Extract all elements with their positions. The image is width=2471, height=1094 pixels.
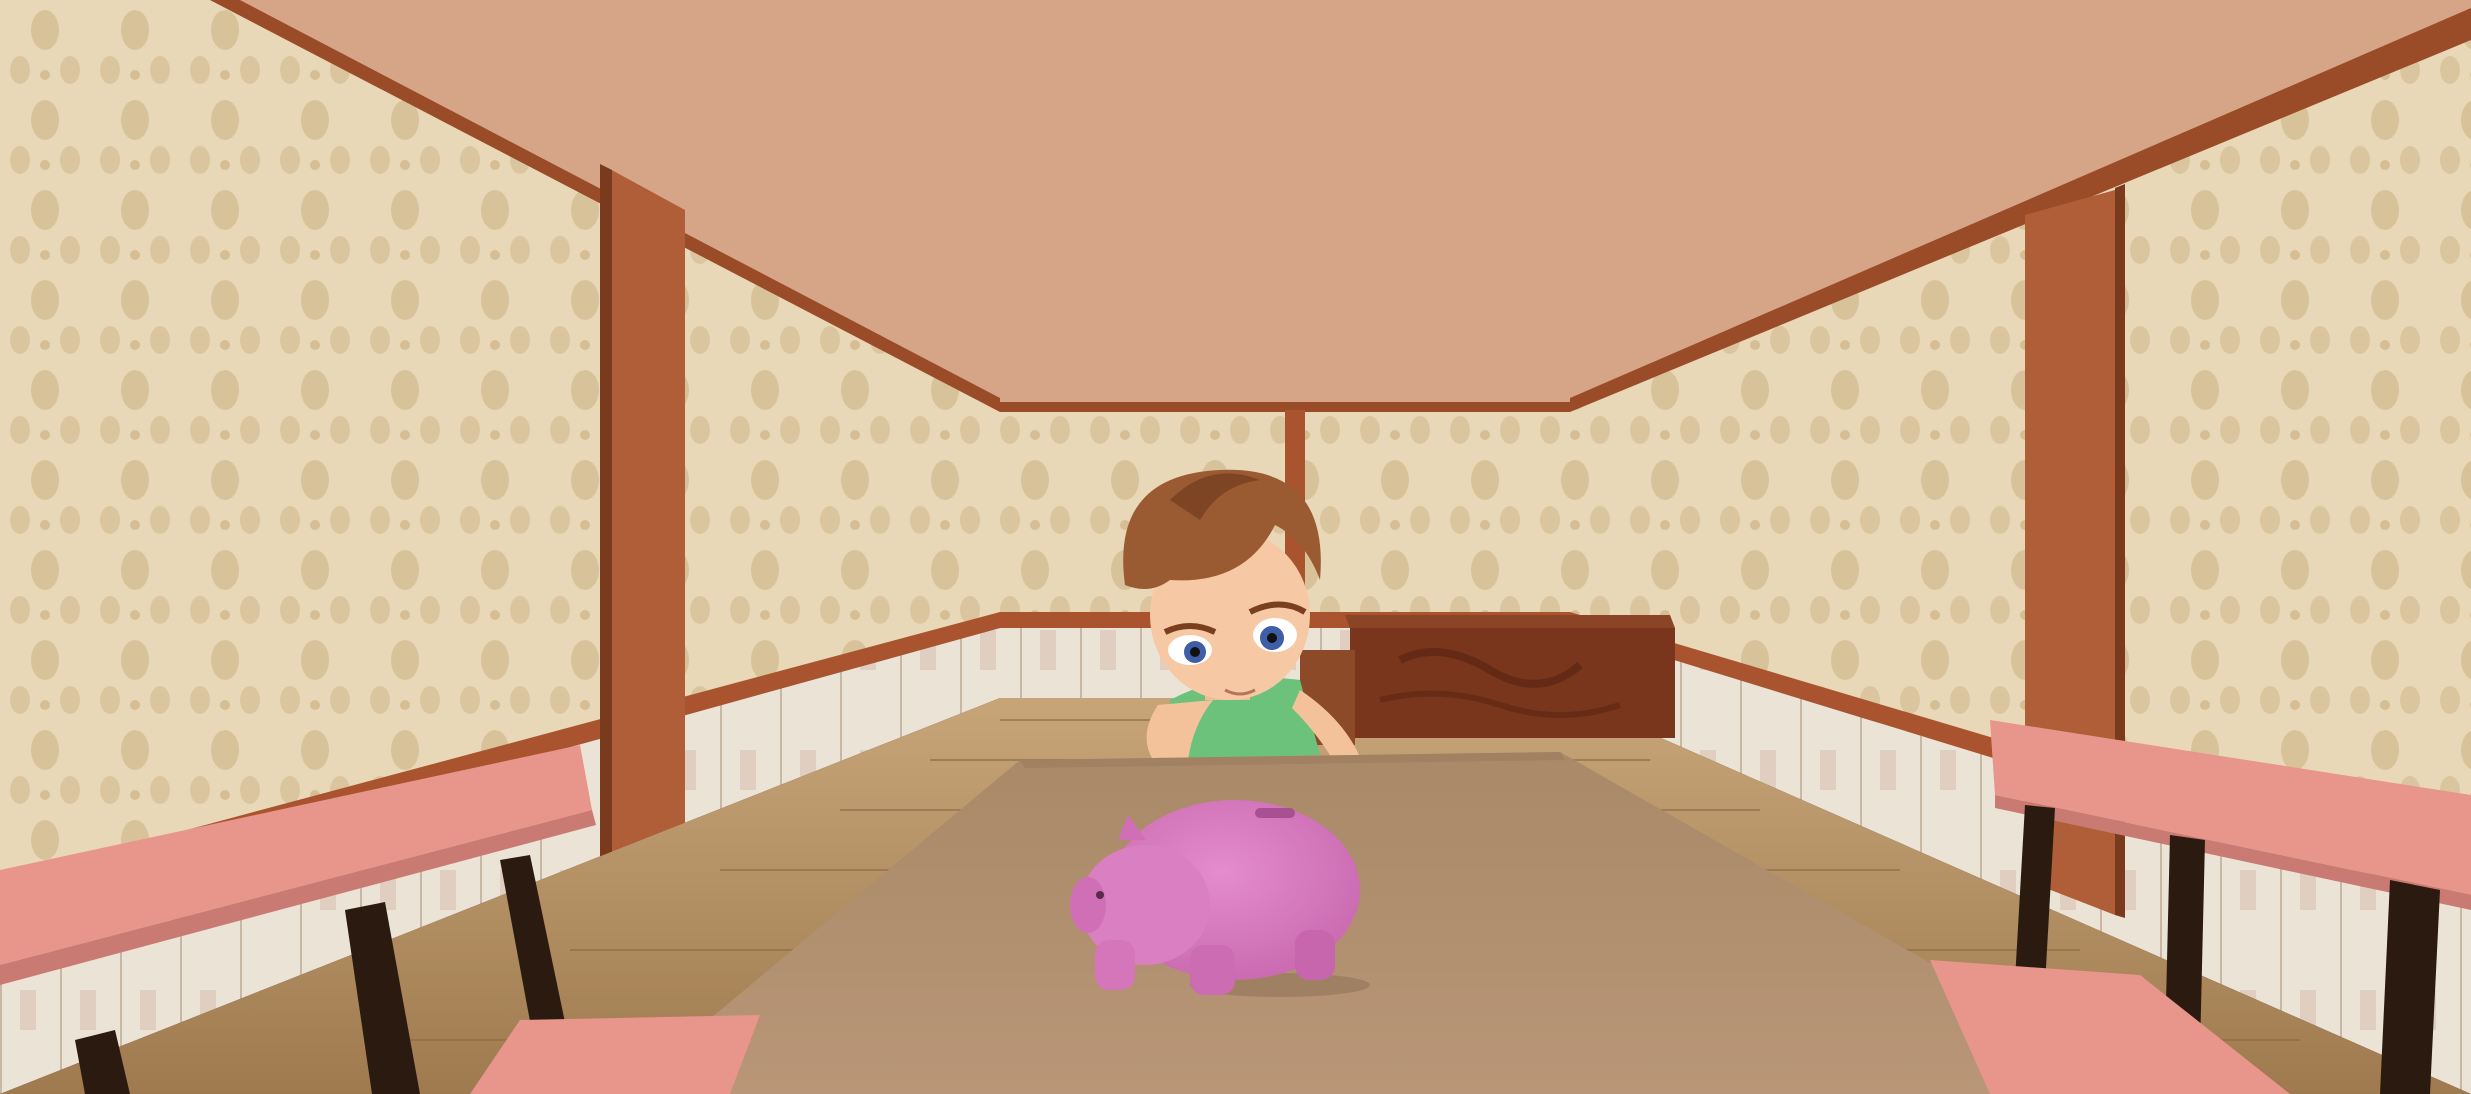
game-viewport[interactable]	[0, 0, 2471, 1094]
room-scene[interactable]	[0, 0, 2471, 1094]
wooden-cabinet[interactable]	[1300, 615, 1675, 745]
